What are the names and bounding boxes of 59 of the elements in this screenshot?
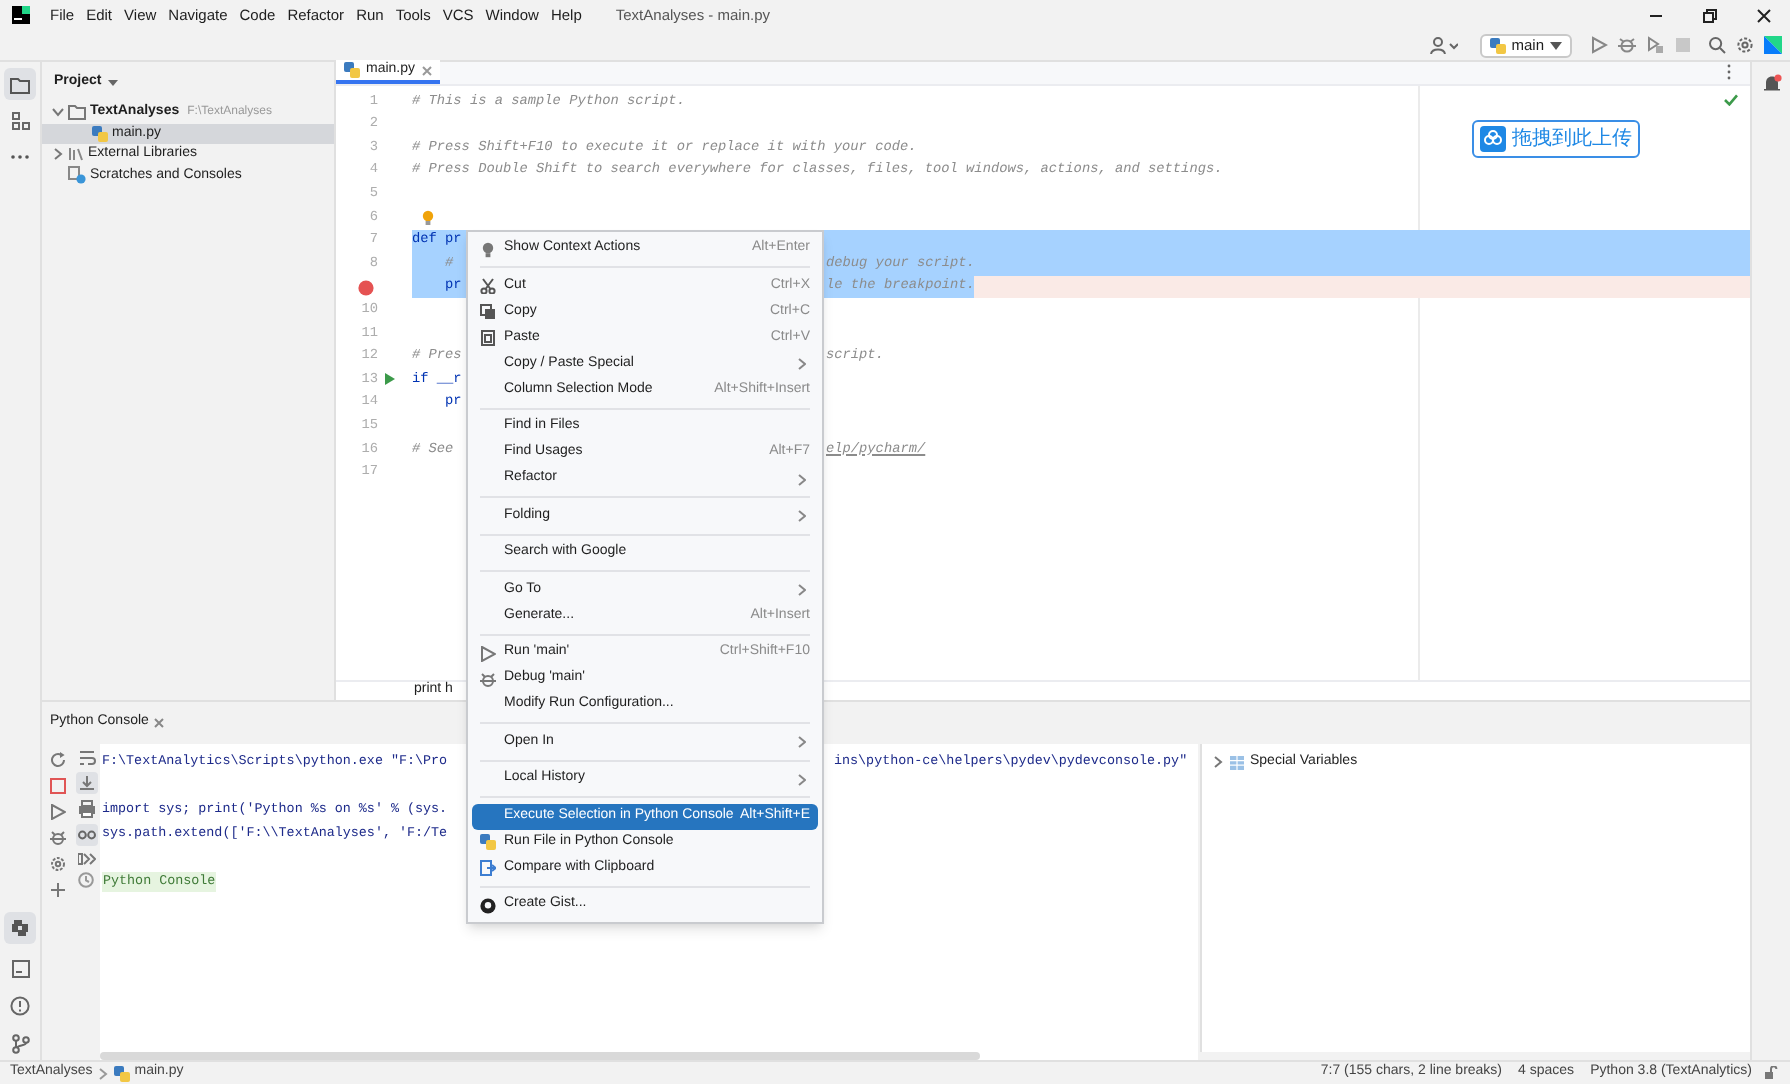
lock-icon[interactable] [1764,1066,1778,1080]
caret-icon [107,79,118,85]
python-file-icon [114,1065,131,1081]
upload-badge[interactable]: 拖拽到此上传 [1472,120,1640,158]
search-icon[interactable] [1708,36,1726,54]
run-icon[interactable] [1590,36,1608,54]
folder-icon [68,104,86,121]
variables-icon [1230,755,1244,769]
more-options-icon[interactable] [1726,64,1732,80]
run-gutter-icon[interactable] [384,372,396,387]
coverage-icon[interactable] [1646,36,1664,54]
stop-icon[interactable] [49,778,65,794]
show-variables-icon[interactable] [75,824,97,846]
rerun-icon[interactable] [49,752,65,768]
more-icon[interactable] [10,154,30,160]
scratches-icon [68,166,86,185]
settings-icon[interactable] [49,856,65,872]
history-icon[interactable] [78,872,94,888]
project-tool-button[interactable] [4,68,36,100]
check-icon [1724,94,1738,106]
restore-icon[interactable] [1702,7,1718,23]
python-file-icon [344,62,360,78]
add-icon[interactable] [49,882,65,898]
chevron-icon[interactable] [52,148,64,161]
structure-icon[interactable] [11,112,29,130]
debug-icon[interactable] [49,830,65,846]
user-icon[interactable] [1429,36,1458,54]
python-file-icon [92,125,108,142]
run-icon[interactable] [49,804,65,820]
python-console-tool-button[interactable] [4,912,36,944]
settings-icon[interactable] [1736,36,1754,54]
print-icon[interactable] [77,800,95,818]
notifications-icon[interactable] [1761,74,1781,94]
lightbulb-icon [480,241,496,257]
scissors-icon [480,278,496,294]
chevron-icon [98,1067,109,1079]
copy-icon [480,304,496,320]
bug-icon [480,671,496,687]
breakpoint-icon[interactable] [358,279,374,296]
chevron-icon[interactable] [1212,756,1224,768]
scroll-to-end-icon[interactable] [75,772,97,794]
github-icon [480,897,496,913]
run-icon [480,645,496,661]
chevron-icon[interactable] [52,106,64,119]
folder-icon [10,75,30,93]
soft-wrap-icon[interactable] [77,748,95,766]
close-icon[interactable] [1756,7,1772,23]
jetbrains-logo-icon[interactable] [1764,36,1782,54]
terminal-icon[interactable] [11,960,29,978]
lightbulb-icon[interactable] [422,209,434,226]
problems-icon[interactable] [10,996,30,1016]
app-logo-icon [12,6,30,24]
compare-icon [480,860,496,876]
paste-icon [480,330,496,346]
caret-icon [1550,41,1562,49]
git-branch-icon[interactable] [11,1034,29,1054]
command-queue-icon[interactable] [77,852,95,866]
bug-icon[interactable] [1618,36,1636,54]
library-icon [68,146,84,163]
